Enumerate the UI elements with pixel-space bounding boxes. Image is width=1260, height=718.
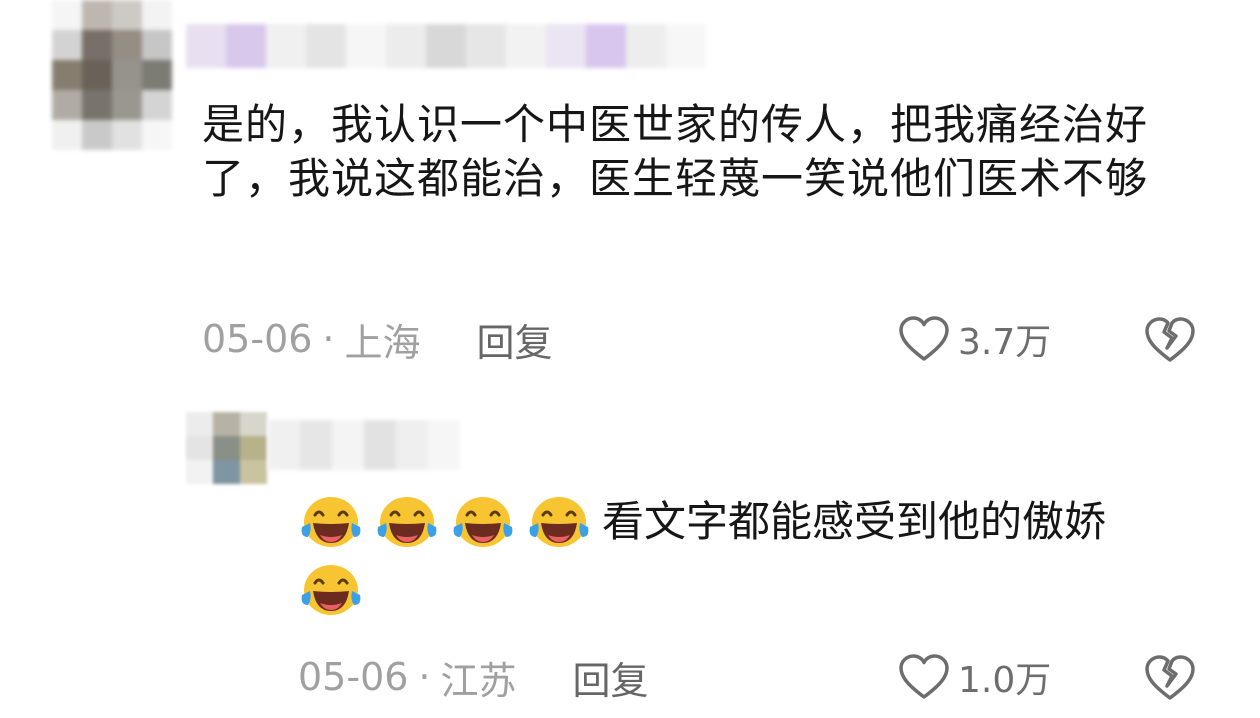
- comment-meta: 05-06 · 江苏 回复: [298, 650, 649, 704]
- like-button[interactable]: 3.7万: [898, 312, 1051, 366]
- comment-text-body: 看文字都能感受到他的傲娇: [602, 497, 1107, 546]
- laughing-with-tears-emoji: [301, 496, 361, 547]
- broken-heart-icon[interactable]: [1143, 312, 1197, 366]
- reply-button[interactable]: 回复: [573, 650, 649, 705]
- like-count: 1.0万: [958, 660, 1052, 701]
- avatar-blurred[interactable]: [186, 412, 267, 484]
- separator-dot: ·: [322, 317, 335, 361]
- comment-meta: 05-06 · 上海 回复: [202, 312, 553, 366]
- heart-outline-icon: [899, 316, 949, 361]
- comment-text: 看文字都能感受到他的傲娇: [298, 488, 1218, 624]
- avatar-blurred[interactable]: [52, 0, 172, 150]
- comment-location: 上海: [344, 320, 421, 365]
- comment-text: 是的，我认识一个中医世家的传人，把我痛经治好了，我说这都能治，医生轻蔑一笑说他们…: [202, 100, 1149, 203]
- reply-button[interactable]: 回复: [477, 312, 553, 367]
- laughing-with-tears-emoji: [529, 496, 589, 547]
- username-blurred[interactable]: [268, 420, 460, 470]
- laughing-with-tears-emoji: [453, 496, 513, 547]
- comment-location: 江苏: [440, 658, 517, 703]
- separator-dot: ·: [418, 655, 431, 699]
- like-count: 3.7万: [958, 322, 1052, 363]
- laughing-with-tears-emoji: [377, 496, 437, 547]
- username-blurred[interactable]: [186, 24, 706, 68]
- comment-date: 05-06: [202, 317, 313, 361]
- broken-heart-icon[interactable]: [1143, 650, 1197, 704]
- laughing-with-tears-emoji: [301, 564, 361, 615]
- heart-outline-icon: [899, 654, 949, 699]
- like-button[interactable]: 1.0万: [898, 650, 1051, 704]
- comment-date: 05-06: [298, 655, 409, 699]
